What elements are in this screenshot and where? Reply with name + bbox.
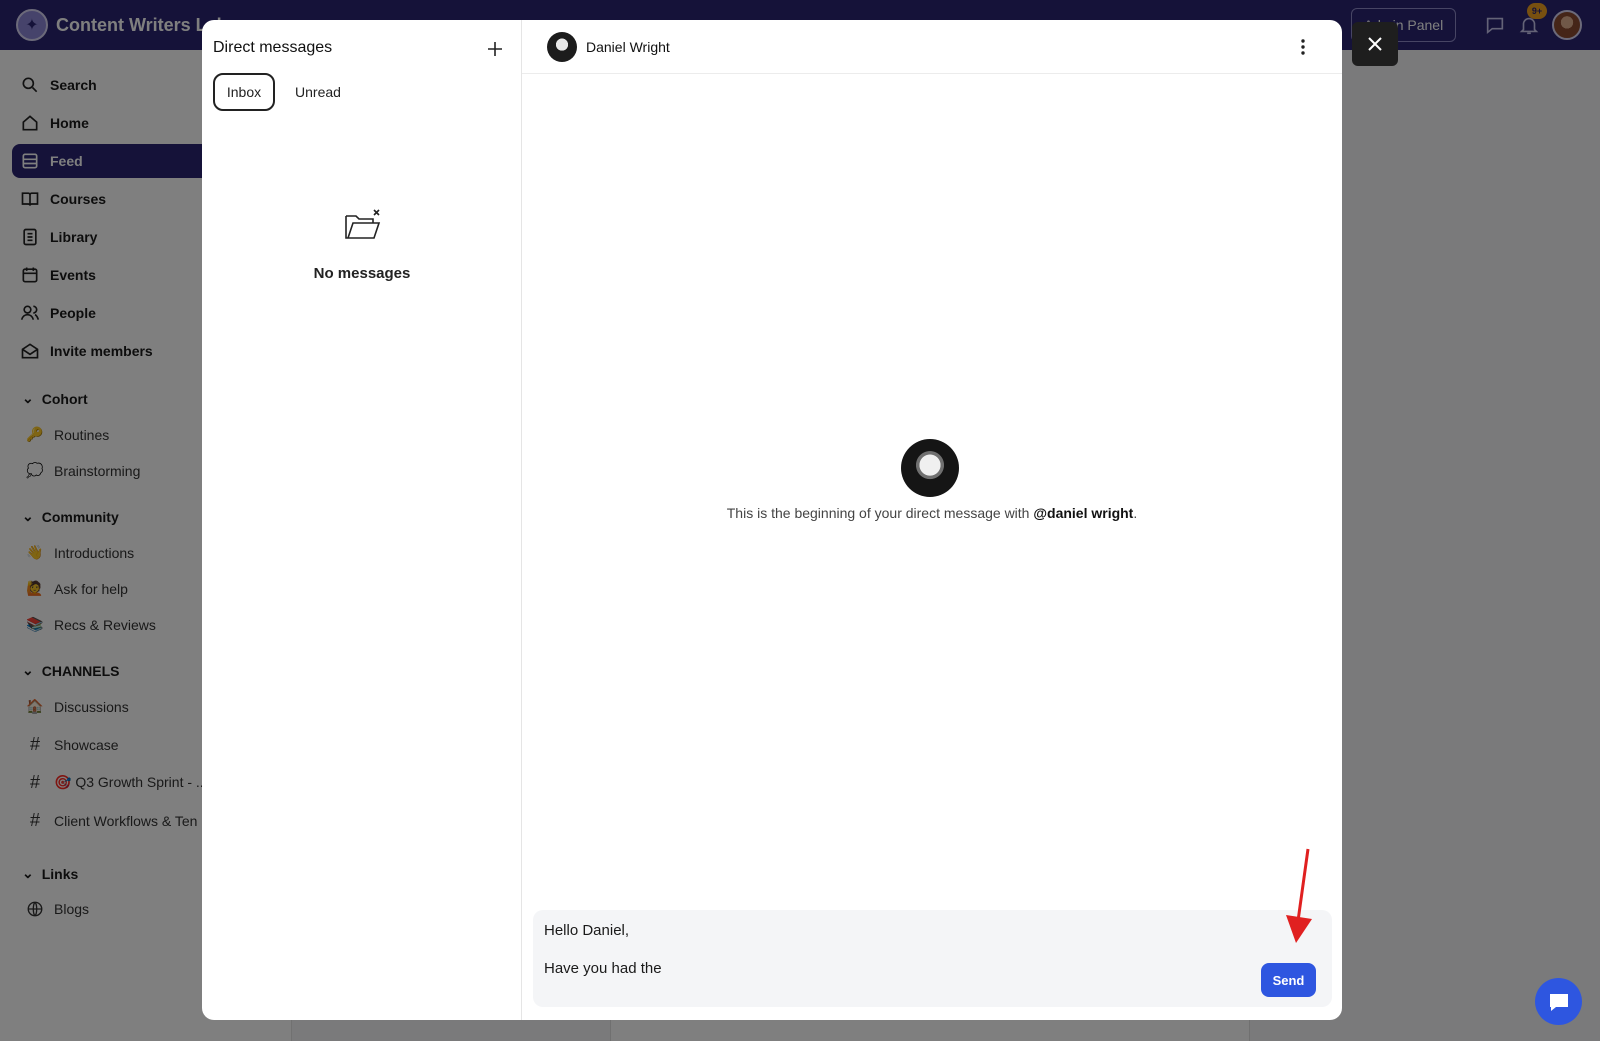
intro-suffix: . (1133, 505, 1138, 521)
contact-name[interactable]: Daniel Wright (586, 39, 670, 55)
draft-line-1[interactable]: Hello Daniel, (544, 922, 629, 939)
close-icon (1368, 37, 1382, 51)
send-button[interactable]: Send (1261, 963, 1316, 997)
tab-unread[interactable]: Unread (288, 73, 348, 111)
plus-icon (488, 42, 502, 56)
kebab-menu-icon (1301, 39, 1305, 55)
close-modal-button[interactable] (1352, 22, 1398, 66)
new-message-button[interactable] (483, 37, 507, 61)
annotation-arrow-icon (1286, 848, 1312, 943)
message-composer[interactable]: Hello Daniel, Have you had the Send (533, 910, 1332, 1007)
intro-prefix: This is the beginning of your direct mes… (726, 505, 1034, 521)
conversation-panel: Daniel Wright This is the beginning of y… (522, 20, 1342, 1020)
conversation-header: Daniel Wright (522, 20, 1342, 74)
dm-list-panel: Direct messages Inbox Unread No messages (202, 20, 522, 1020)
chat-bubble-icon (1549, 993, 1568, 1011)
chat-support-button[interactable] (1535, 978, 1582, 1025)
empty-state-text: No messages (313, 265, 411, 282)
contact-handle: @daniel wright (1033, 505, 1134, 521)
contact-avatar-large (901, 439, 959, 497)
conversation-intro: This is the beginning of your direct mes… (522, 505, 1342, 521)
more-options-button[interactable] (1292, 36, 1314, 58)
empty-folder-icon (345, 209, 381, 239)
contact-avatar[interactable] (547, 32, 577, 62)
direct-messages-modal: Direct messages Inbox Unread No messages… (202, 20, 1342, 1020)
dm-panel-title: Direct messages (213, 39, 333, 56)
tab-inbox[interactable]: Inbox (213, 73, 275, 111)
draft-line-2[interactable]: Have you had the (544, 960, 662, 977)
